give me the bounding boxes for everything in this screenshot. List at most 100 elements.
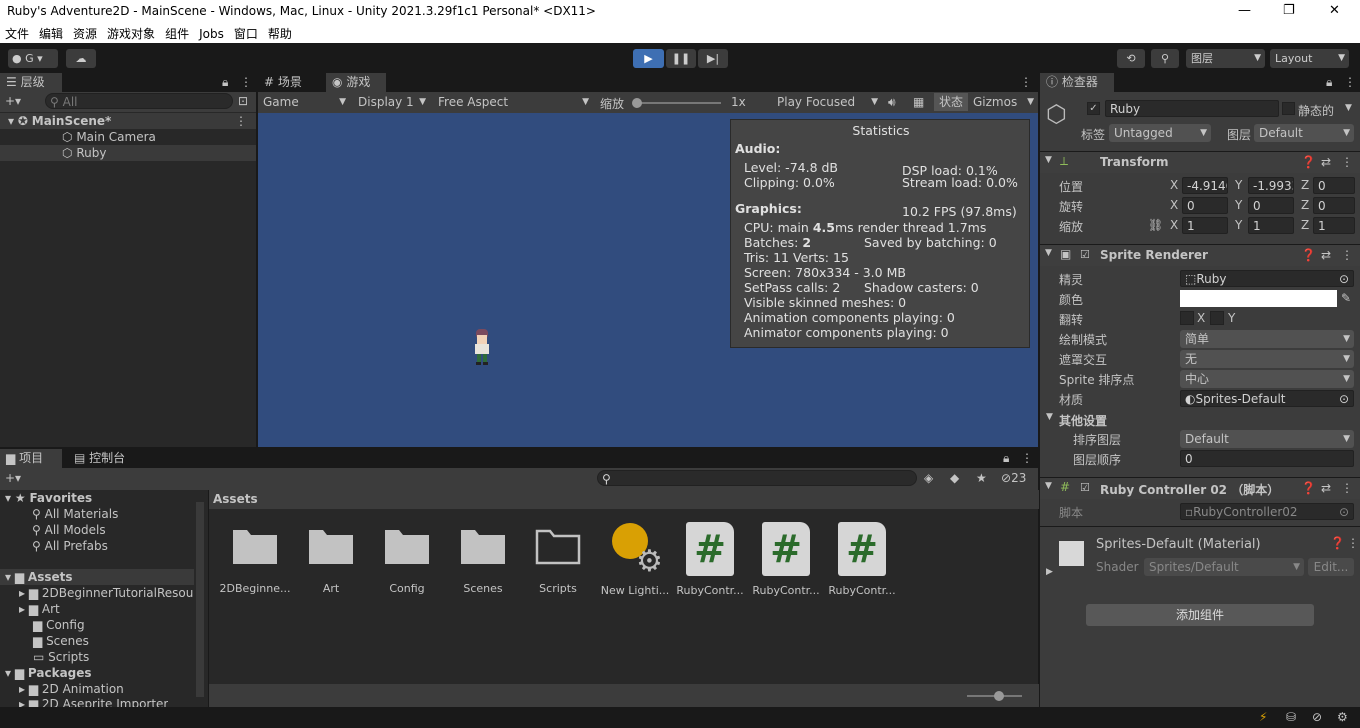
account-dropdown[interactable]: ● G ▾ xyxy=(8,49,58,68)
menu-help[interactable]: 帮助 xyxy=(263,23,297,44)
menu-component[interactable]: 组件 xyxy=(160,23,194,44)
transform-header[interactable]: ▼ ⟂ Transform ❓ ⇄ ⋮ xyxy=(1040,151,1360,173)
additional-settings-foldout[interactable]: 其他设置 xyxy=(1059,412,1107,429)
tag-dropdown[interactable]: Untagged ▼ xyxy=(1109,124,1211,142)
favorite-star-icon[interactable]: ★ xyxy=(976,471,987,485)
more-icon[interactable]: ⋮ xyxy=(1021,451,1033,465)
scale-slider-handle[interactable] xyxy=(632,98,642,108)
asset-script-ruby-controller-2[interactable]: # RubyContr... xyxy=(750,522,822,597)
tab-game[interactable]: ◉ 游戏 xyxy=(326,73,386,92)
active-checkbox[interactable]: ✓ xyxy=(1087,102,1100,115)
hierarchy-item-ruby[interactable]: ⬡ Ruby xyxy=(0,145,256,161)
material-field[interactable]: ◐Sprites-Default ⊙ xyxy=(1180,390,1354,407)
enabled-checkbox[interactable]: ☑ xyxy=(1080,248,1090,261)
asset-script-ruby-controller-1[interactable]: # RubyContr... xyxy=(674,522,746,597)
tree-all-models[interactable]: ⚲ All Models xyxy=(32,522,106,538)
display-dropdown[interactable]: Display 1 ▼ xyxy=(353,93,430,111)
asset-folder-config[interactable]: Config xyxy=(371,526,443,595)
tab-inspector[interactable]: ⓘ 检查器 xyxy=(1040,73,1114,92)
history-button[interactable]: ⟲ xyxy=(1117,49,1145,68)
color-swatch[interactable] xyxy=(1180,290,1337,307)
asset-folder-art[interactable]: Art xyxy=(295,526,367,595)
tree-folder-art[interactable]: ▸ ▆ Art xyxy=(19,601,60,617)
play-button[interactable]: ▶ xyxy=(633,49,664,68)
object-picker-icon[interactable]: ⊙ xyxy=(1339,391,1349,406)
help-icon[interactable]: ❓ xyxy=(1301,248,1316,262)
position-z-field[interactable]: 0 xyxy=(1313,177,1355,194)
position-y-field[interactable]: -1.9933 xyxy=(1248,177,1294,194)
link-icon[interactable]: ⛓ xyxy=(1148,218,1163,232)
audio-icon[interactable]: 🔊︎ xyxy=(888,95,896,110)
draw-mode-dropdown[interactable]: 简单 ▼ xyxy=(1180,330,1354,348)
menu-gameobject[interactable]: 游戏对象 xyxy=(102,23,160,44)
tree-scrollbar[interactable] xyxy=(196,502,204,697)
object-name-input[interactable]: Ruby xyxy=(1105,100,1279,117)
expand-arrow-icon[interactable]: ▶ xyxy=(1046,567,1053,577)
add-component-button[interactable]: 添加组件 xyxy=(1086,604,1314,626)
tree-assets[interactable]: ▾ ▆ Assets xyxy=(0,569,194,585)
rotation-x-field[interactable]: 0 xyxy=(1182,197,1228,214)
settings-gear-icon[interactable]: ⚙ xyxy=(1337,710,1348,724)
lock-icon[interactable]: 🔒︎ xyxy=(1326,75,1332,90)
project-search-input[interactable]: ⚲ xyxy=(597,470,917,486)
object-picker-icon[interactable]: ⊙ xyxy=(1339,271,1349,286)
tree-folder-config[interactable]: ▆ Config xyxy=(33,617,85,633)
layout-dropdown[interactable]: Layout ▼ xyxy=(1270,49,1349,68)
tree-folder-scenes[interactable]: ▆ Scenes xyxy=(33,633,89,649)
stats-button[interactable]: 状态 xyxy=(934,93,968,111)
cache-server-icon[interactable]: ⛁ xyxy=(1286,710,1296,724)
filter-label-icon[interactable]: ◆ xyxy=(950,471,959,485)
asset-script-ruby-controller-3[interactable]: # RubyContr... xyxy=(826,522,898,597)
layer-dropdown[interactable]: Default ▼ xyxy=(1254,124,1354,142)
tree-folder-scripts[interactable]: ▭ Scripts xyxy=(33,649,89,665)
tab-console[interactable]: ▤ 控制台 xyxy=(68,449,138,468)
preset-icon[interactable]: ⇄ xyxy=(1321,481,1331,495)
position-x-field[interactable]: -4.9146 xyxy=(1182,177,1228,194)
scale-slider[interactable] xyxy=(636,102,721,104)
grid-layout-icon[interactable]: ▦ xyxy=(913,95,924,109)
create-button[interactable]: +▾ xyxy=(5,471,21,485)
sprite-renderer-header[interactable]: ▼ ▣ ☑ Sprite Renderer ❓ ⇄ ⋮ xyxy=(1040,244,1360,266)
menu-file[interactable]: 文件 xyxy=(0,23,34,44)
lock-icon[interactable]: 🔒︎ xyxy=(1003,451,1009,466)
help-icon[interactable]: ❓ xyxy=(1301,155,1316,169)
asset-folder-scripts[interactable]: Scripts xyxy=(522,526,594,595)
menu-assets[interactable]: 资源 xyxy=(68,23,102,44)
hidden-packages-icon[interactable]: ⊘23 xyxy=(1001,471,1026,485)
maximize-button[interactable]: ❐ xyxy=(1283,3,1295,18)
static-checkbox[interactable] xyxy=(1282,102,1295,115)
expand-arrow-icon[interactable]: ▼ xyxy=(1046,412,1053,422)
debug-icon[interactable]: ⊘ xyxy=(1312,710,1322,724)
more-icon[interactable]: ⋮ xyxy=(1020,75,1032,89)
create-button[interactable]: +▾ xyxy=(5,94,21,108)
cloud-button[interactable]: ☁ xyxy=(66,49,96,68)
display-mode-dropdown[interactable]: Game ▼ xyxy=(258,93,350,111)
rotation-z-field[interactable]: 0 xyxy=(1313,197,1355,214)
pause-button[interactable]: ❚❚ xyxy=(666,49,696,68)
lock-icon[interactable]: 🔒︎ xyxy=(222,75,228,90)
shader-dropdown[interactable]: Sprites/Default ▼ xyxy=(1144,558,1304,576)
sort-point-dropdown[interactable]: 中心 ▼ xyxy=(1180,370,1354,388)
scene-row[interactable]: ▾ ✪ MainScene* ⋮ xyxy=(0,113,256,129)
tree-package-aseprite[interactable]: ▸ ▆ 2D Aseprite Importer xyxy=(19,696,168,707)
more-icon[interactable]: ⋮ xyxy=(1347,536,1359,550)
menu-window[interactable]: 窗口 xyxy=(229,23,263,44)
preset-icon[interactable]: ⇄ xyxy=(1321,155,1331,169)
scale-y-field[interactable]: 1 xyxy=(1248,217,1294,234)
step-button[interactable]: ▶| xyxy=(698,49,728,68)
tab-hierarchy[interactable]: ☰ 层级 xyxy=(0,73,62,92)
layers-dropdown[interactable]: 图层 ▼ xyxy=(1186,49,1265,68)
flip-x-checkbox[interactable] xyxy=(1180,311,1194,325)
edit-shader-button[interactable]: Edit... xyxy=(1308,558,1354,576)
tree-package-2d-animation[interactable]: ▸ ▆ 2D Animation xyxy=(19,681,124,697)
help-icon[interactable]: ❓ xyxy=(1330,536,1345,550)
script-component-header[interactable]: ▼ # ☑ Ruby Controller 02 （脚本） ❓ ⇄ ⋮ xyxy=(1040,477,1360,499)
more-icon[interactable]: ⋮ xyxy=(1344,75,1356,89)
filter-type-icon[interactable]: ◈ xyxy=(924,471,933,485)
tree-packages[interactable]: ▾ ▆ Packages xyxy=(5,665,92,681)
order-in-layer-field[interactable]: 0 xyxy=(1180,450,1354,467)
sprite-field[interactable]: ⬚Ruby ⊙ xyxy=(1180,270,1354,287)
aspect-dropdown[interactable]: Free Aspect ▼ xyxy=(433,93,593,111)
gizmos-dropdown[interactable]: Gizmos ▼ xyxy=(968,93,1038,111)
asset-folder-2dbeginner[interactable]: 2DBeginne... xyxy=(219,526,291,595)
